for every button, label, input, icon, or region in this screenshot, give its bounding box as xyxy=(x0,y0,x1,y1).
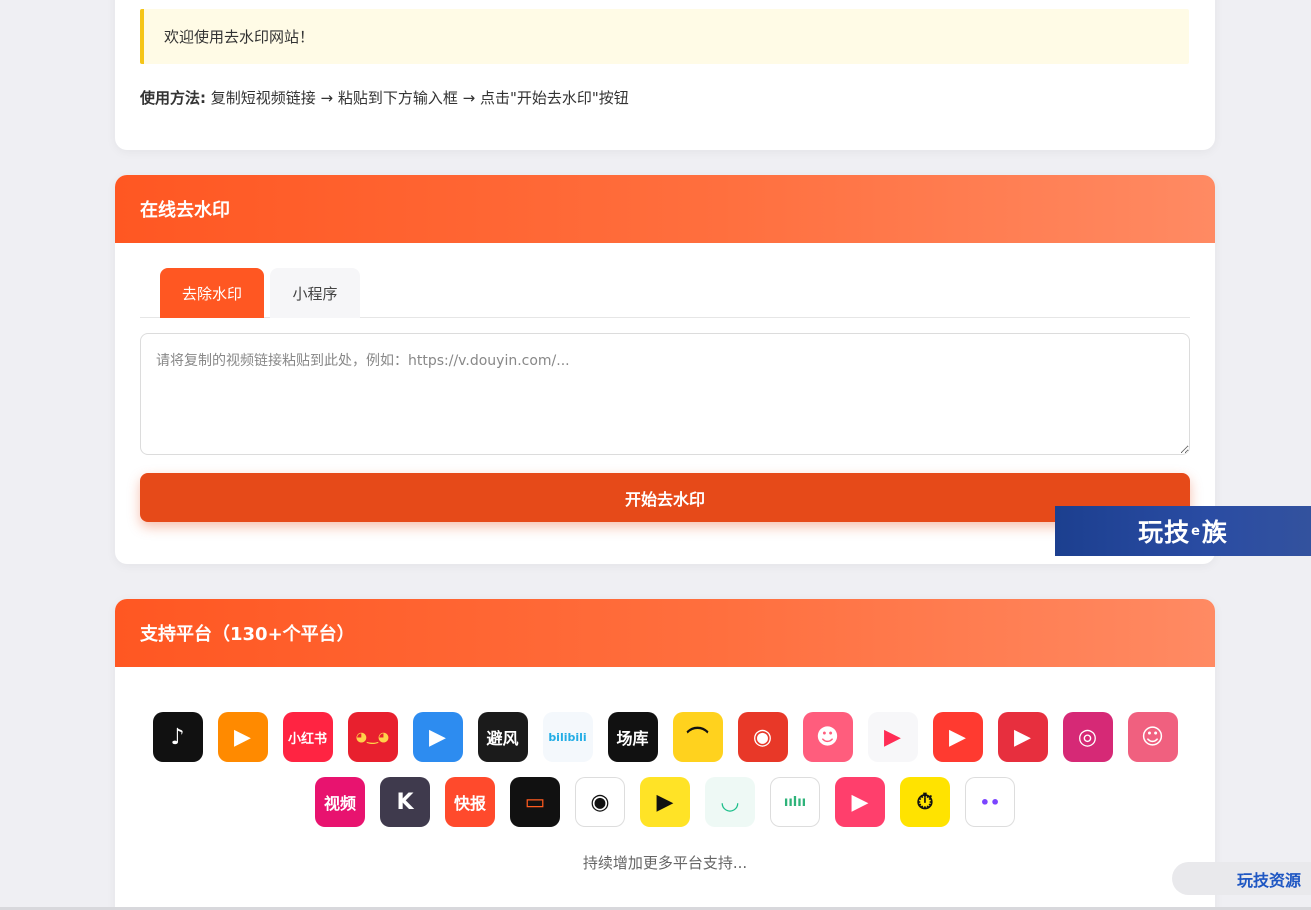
changku-glyph: 场库 xyxy=(616,729,649,748)
usage-label: 使用方法: xyxy=(140,89,206,107)
platform-icons: ♪ ▶ 小红书 ◕‿◕ ▶ 避风 bilibili 场库 ⌒ ◉ ☻ ▶ ▶ ▶ ◎ ☺ 视频 K 快报 ▭ ◉ ▶ ◡ ı… xyxy=(115,712,1215,827)
cartoon-girl-icon[interactable]: ◕‿◕ xyxy=(347,712,398,762)
laughing-face-icon[interactable]: ☺ xyxy=(1127,712,1178,762)
kuaishou-glyph: ▶ xyxy=(234,724,251,750)
welcome-text: 欢迎使用去水印网站！ xyxy=(164,28,315,46)
xiaohongshu-icon[interactable]: 小红书 xyxy=(282,712,333,762)
tab-remove-watermark[interactable]: 去除水印 xyxy=(160,268,264,318)
online-remover-title: 在线去水印 xyxy=(140,200,230,221)
video-link-input[interactable] xyxy=(140,333,1190,455)
welcome-notice: 欢迎使用去水印网站！ xyxy=(140,9,1189,64)
monkey-icon[interactable]: ◉ xyxy=(737,712,788,762)
platforms-header: 支持平台（130+个平台） xyxy=(115,599,1215,667)
bowl-icon[interactable]: ◡ xyxy=(705,777,755,827)
yellow-arch-icon[interactable]: ⌒ xyxy=(672,712,723,762)
cartoon-girl-glyph: ◕‿◕ xyxy=(355,729,390,745)
stopwatch-play-icon[interactable]: ⏱ xyxy=(900,777,950,827)
usage-instructions: 使用方法: 复制短视频链接 → 粘贴到下方输入框 → 点击"开始去水印"按钮 xyxy=(140,87,629,108)
bamboo-glyph: ıılıı xyxy=(783,794,807,810)
changku-icon[interactable]: 场库 xyxy=(607,712,658,762)
douyin-icon[interactable]: ♪ xyxy=(152,712,203,762)
watermark-banner-mid: e xyxy=(1191,523,1201,539)
play-triangle-icon[interactable]: ▶ xyxy=(867,712,918,762)
blue-play-icon[interactable]: ▶ xyxy=(412,712,463,762)
stopwatch-play-glyph: ⏱ xyxy=(916,789,934,815)
platform-row-1: ♪ ▶ 小红书 ◕‿◕ ▶ 避风 bilibili 场库 ⌒ ◉ ☻ ▶ ▶ ▶ ◎ ☺ xyxy=(115,712,1215,762)
chat-bubble-icon[interactable]: •• xyxy=(965,777,1015,827)
kuaishou-icon[interactable]: ▶ xyxy=(217,712,268,762)
mode-tabs: 去除水印 小程序 xyxy=(140,268,1190,318)
laughing-face-glyph: ☺ xyxy=(1141,724,1164,750)
k-letter-icon[interactable]: K xyxy=(380,777,430,827)
tencent-video-icon[interactable]: 视频 xyxy=(315,777,365,827)
watermark-banner: 玩技 e 族 xyxy=(1055,506,1311,556)
watermark-corner: 玩技资源 xyxy=(1172,862,1311,895)
usage-text: 复制短视频链接 → 粘贴到下方输入框 → 点击"开始去水印"按钮 xyxy=(210,89,629,107)
pear-play-glyph: ▶ xyxy=(656,789,674,815)
more-platforms-text: 持续增加更多平台支持... xyxy=(582,854,748,872)
chat-bubble-glyph: •• xyxy=(979,792,1001,812)
flame-play-glyph: ▶ xyxy=(949,724,966,750)
tab-mini-program[interactable]: 小程序 xyxy=(270,268,360,318)
blue-play-glyph: ▶ xyxy=(429,724,446,750)
watermark-banner-left: 玩技 xyxy=(1138,518,1191,547)
watermark-banner-right: 族 xyxy=(1201,518,1228,547)
xiaohongshu-glyph: 小红书 xyxy=(287,731,327,747)
douyin-glyph: ♪ xyxy=(170,724,185,750)
kuaibao-icon[interactable]: 快报 xyxy=(445,777,495,827)
platforms-title: 支持平台（130+个平台） xyxy=(140,624,355,645)
tencent-video-glyph: 视频 xyxy=(323,794,356,813)
intro-card: 欢迎使用去水印网站！ 使用方法: 复制短视频链接 → 粘贴到下方输入框 → 点击… xyxy=(115,0,1215,150)
face-cartoon-icon[interactable]: ☻ xyxy=(802,712,853,762)
yellow-arch-glyph: ⌒ xyxy=(686,727,709,752)
watermark-corner-text: 玩技资源 xyxy=(1236,870,1301,890)
bifeng-icon[interactable]: 避风 xyxy=(477,712,528,762)
instagram-glyph: ◎ xyxy=(1077,724,1098,750)
eye-glyph: ◉ xyxy=(590,789,610,815)
tab-remove-watermark-label: 去除水印 xyxy=(181,284,242,303)
flame-play-icon[interactable]: ▶ xyxy=(932,712,983,762)
bamboo-icon[interactable]: ıılıı xyxy=(770,777,820,827)
play-triangle-glyph: ▶ xyxy=(884,724,901,750)
orange-frame-glyph: ▭ xyxy=(524,789,546,815)
online-remover-card: 在线去水印 去除水印 小程序 开始去水印 xyxy=(115,175,1215,564)
red-grid-play-glyph: ▶ xyxy=(1014,724,1031,750)
online-remover-header: 在线去水印 xyxy=(115,175,1215,243)
bifeng-glyph: 避风 xyxy=(486,729,519,748)
bilibili-glyph: bilibili xyxy=(548,730,587,744)
camera-glyph: ▶ xyxy=(851,789,869,815)
bilibili-icon[interactable]: bilibili xyxy=(542,712,593,762)
platform-row-2: 视频 K 快报 ▭ ◉ ▶ ◡ ıılıı ▶ ⏱ •• xyxy=(115,777,1215,827)
face-cartoon-glyph: ☻ xyxy=(816,724,839,750)
k-letter-glyph: K xyxy=(396,789,414,815)
kuaibao-glyph: 快报 xyxy=(453,794,486,813)
tab-mini-program-label: 小程序 xyxy=(292,284,338,303)
red-grid-play-icon[interactable]: ▶ xyxy=(997,712,1048,762)
camera-icon[interactable]: ▶ xyxy=(835,777,885,827)
pear-play-icon[interactable]: ▶ xyxy=(640,777,690,827)
monkey-glyph: ◉ xyxy=(752,724,773,750)
platforms-card: 支持平台（130+个平台） ♪ ▶ 小红书 ◕‿◕ ▶ 避风 bilibili 场库 ⌒ ◉ ☻ ▶ ▶… xyxy=(115,599,1215,910)
instagram-icon[interactable]: ◎ xyxy=(1062,712,1113,762)
start-remove-button[interactable]: 开始去水印 xyxy=(140,473,1190,522)
bowl-glyph: ◡ xyxy=(721,789,739,815)
eye-icon[interactable]: ◉ xyxy=(575,777,625,827)
orange-frame-icon[interactable]: ▭ xyxy=(510,777,560,827)
